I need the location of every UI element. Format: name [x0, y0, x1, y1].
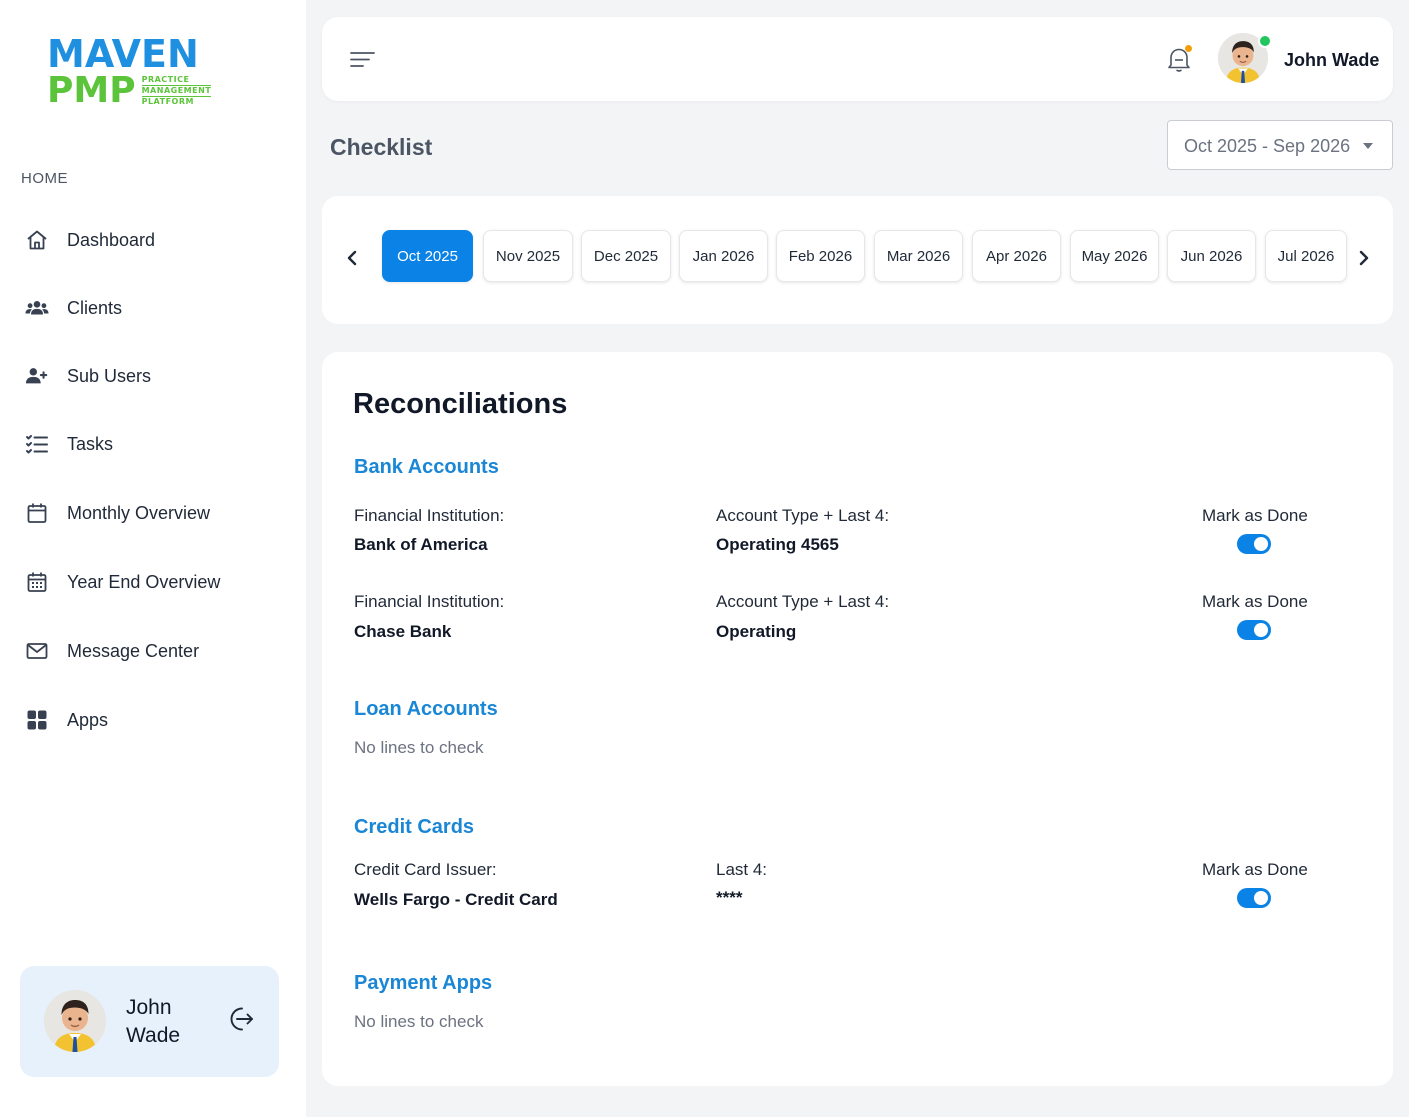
menu-icon[interactable]	[348, 45, 378, 73]
mark-done-toggle[interactable]	[1237, 620, 1271, 640]
institution-label: Financial Institution:	[354, 506, 505, 525]
month-tab[interactable]: May 2026	[1070, 230, 1159, 282]
last4-value: ****	[716, 888, 743, 907]
calendar-icon	[25, 501, 49, 525]
sidebar-item-clients[interactable]: Clients	[25, 293, 122, 323]
month-tab[interactable]: Mar 2026	[874, 230, 963, 282]
sidebar-item-label: Dashboard	[67, 229, 156, 250]
mark-done-label: Mark as Done	[1202, 592, 1308, 611]
month-tab[interactable]: Feb 2026	[776, 230, 865, 282]
user-plus-icon	[25, 364, 49, 388]
online-status-dot	[1258, 34, 1272, 48]
last4-label: Last 4:	[716, 860, 768, 879]
sidebar-section-label: HOME	[21, 170, 68, 187]
sidebar-item-label: Message Center	[67, 640, 200, 661]
sidebar-item-label: Year End Overview	[67, 571, 221, 592]
top-bar: John Wade	[322, 17, 1393, 101]
sidebar-item-monthly-overview[interactable]: Monthly Overview	[25, 498, 210, 528]
sidebar-item-label: Tasks	[67, 433, 114, 454]
bell-icon[interactable]	[1165, 44, 1193, 74]
sidebar-item-label: Sub Users	[67, 365, 152, 386]
logo-pmp-text: PMP	[47, 70, 136, 111]
checklist-icon	[25, 432, 49, 456]
institution-value: Bank of America	[354, 535, 488, 554]
empty-state-text: No lines to check	[354, 738, 484, 757]
maven-pmp-logo[interactable]: MAVEN PMP PRACTICE MANAGEMENT PLATFORM	[47, 32, 227, 111]
credit-cards-heading: Credit Cards	[354, 816, 475, 838]
month-tab[interactable]: Apr 2026	[972, 230, 1061, 282]
month-tab[interactable]: Nov 2025	[483, 230, 573, 282]
sidebar-item-apps[interactable]: Apps	[25, 705, 108, 735]
payment-apps-heading: Payment Apps	[354, 972, 493, 994]
logo-tagline: PRACTICE MANAGEMENT PLATFORM	[141, 75, 212, 108]
notification-dot	[1185, 45, 1192, 52]
account-type-label: Account Type + Last 4:	[716, 592, 890, 611]
month-tab[interactable]: Jun 2026	[1167, 230, 1256, 282]
month-tab[interactable]: Jul 2026	[1265, 230, 1347, 282]
sidebar-item-message-center[interactable]: Message Center	[25, 636, 199, 666]
month-tab[interactable]: Oct 2025	[382, 230, 473, 282]
month-tab[interactable]: Dec 2025	[581, 230, 671, 282]
logout-icon[interactable]	[226, 1004, 256, 1034]
account-type-label: Account Type + Last 4:	[716, 506, 890, 525]
mark-done-label: Mark as Done	[1202, 506, 1308, 525]
empty-state-text: No lines to check	[354, 1012, 484, 1031]
toggle-knob	[1254, 623, 1268, 637]
loan-accounts-heading: Loan Accounts	[354, 698, 498, 720]
logo-maven-text: MAVEN	[47, 32, 199, 76]
sidebar-item-label: Apps	[67, 709, 109, 730]
institution-label: Financial Institution:	[354, 592, 505, 611]
sidebar-item-label: Monthly Overview	[67, 502, 211, 523]
sidebar-item-dashboard[interactable]: Dashboard	[25, 225, 155, 255]
mail-icon	[25, 639, 49, 663]
reconciliations-card: Reconciliations Bank Accounts Financial …	[322, 352, 1393, 1086]
mark-done-label: Mark as Done	[1202, 860, 1308, 879]
caret-down-icon	[1363, 143, 1373, 149]
sidebar-item-sub-users[interactable]: Sub Users	[25, 361, 151, 391]
logo-tagline-line: PRACTICE	[141, 75, 190, 84]
bank-accounts-heading: Bank Accounts	[354, 456, 499, 478]
toggle-knob	[1254, 891, 1268, 905]
calendar-grid-icon	[25, 570, 49, 594]
institution-value: Chase Bank	[354, 622, 452, 641]
issuer-label: Credit Card Issuer:	[354, 860, 497, 879]
sidebar-item-year-end-overview[interactable]: Year End Overview	[25, 567, 220, 597]
account-type-value: Operating	[716, 622, 797, 641]
sidebar-item-label: Clients	[67, 297, 123, 318]
logo-tagline-line: MANAGEMENT	[141, 85, 212, 97]
avatar[interactable]	[44, 990, 106, 1052]
apps-grid-icon	[25, 708, 49, 732]
chevron-left-icon[interactable]	[340, 246, 364, 270]
date-range-value: Oct 2025 - Sep 2026	[1184, 136, 1351, 156]
month-selector: Oct 2025 Nov 2025 Dec 2025 Jan 2026 Feb …	[322, 196, 1393, 324]
top-user-name[interactable]: John Wade	[1284, 50, 1379, 71]
sidebar: MAVEN PMP PRACTICE MANAGEMENT PLATFORM H…	[0, 0, 306, 1117]
mark-done-toggle[interactable]	[1237, 888, 1271, 908]
home-icon	[25, 228, 49, 252]
issuer-value: Wells Fargo - Credit Card	[354, 890, 558, 909]
mark-done-toggle[interactable]	[1237, 534, 1271, 554]
section-heading: Reconciliations	[353, 388, 568, 420]
sidebar-item-tasks[interactable]: Tasks	[25, 429, 113, 459]
date-range-select[interactable]: Oct 2025 - Sep 2026	[1167, 120, 1393, 170]
page-title: Checklist	[330, 134, 433, 160]
users-group-icon	[25, 296, 49, 320]
month-tab[interactable]: Jan 2026	[679, 230, 768, 282]
sidebar-user-name: John Wade	[126, 996, 181, 1047]
account-type-value: Operating 4565	[716, 535, 839, 554]
logo-tagline-line: PLATFORM	[141, 97, 194, 106]
sidebar-user-card: John Wade	[20, 966, 279, 1077]
toggle-knob	[1254, 537, 1268, 551]
chevron-right-icon[interactable]	[1352, 246, 1376, 270]
